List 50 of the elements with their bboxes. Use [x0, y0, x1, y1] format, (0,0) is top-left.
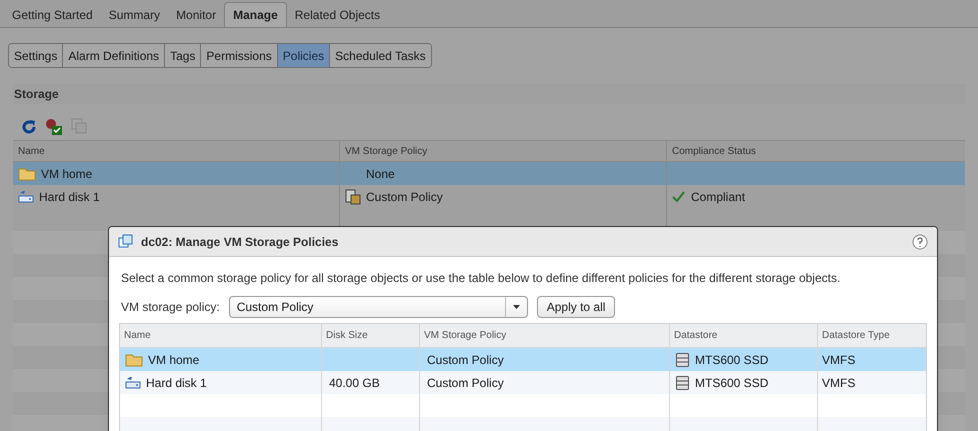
table-row[interactable]: VM home Custom Policy MTS600 SSD VMFS [120, 348, 926, 371]
tab[interactable]: Summary [100, 2, 168, 27]
table-cell-text: 40.00 GB [329, 374, 380, 392]
table-cell-text: Hard disk 1 [146, 374, 207, 392]
table-cell-text: MTS600 SSD [695, 374, 768, 392]
dialog-description: Select a common storage policy for all storage objects or use the table below to define different policies for the different storage objects. [121, 270, 842, 287]
sub-tab[interactable]: Scheduled Tasks [329, 44, 431, 67]
field-label: VM storage policy: [121, 299, 220, 316]
vm-icon [118, 234, 133, 249]
column-header[interactable]: Name [120, 324, 321, 347]
column-header[interactable]: Disk Size [321, 324, 419, 347]
hard-disk-icon [125, 376, 141, 389]
table-cell-text: VM home [148, 352, 200, 368]
database-icon [676, 352, 689, 366]
column-header[interactable]: Name [13, 141, 339, 161]
table-cell-text: Custom Policy [427, 352, 504, 368]
table-cell-text: None [366, 166, 395, 182]
table-row[interactable]: Hard disk 1 40.00 GB Custom Policy MTS600 SSD VMFS [120, 371, 926, 394]
caret-icon [512, 305, 520, 309]
table-cell-text: VMFS [822, 374, 856, 392]
table-cell-text: Custom Policy [427, 374, 504, 392]
table-row[interactable]: VM home None [13, 162, 965, 185]
apply-button[interactable]: Apply to all [536, 296, 616, 318]
folder-icon [125, 352, 143, 366]
refresh-icon[interactable] [21, 119, 37, 135]
column-header[interactable]: Compliance Status [666, 141, 965, 161]
table-cell-text: VMFS [822, 352, 856, 368]
help-icon[interactable] [912, 234, 928, 250]
compliance-check-icon[interactable] [45, 118, 63, 136]
checkmark-icon [672, 191, 685, 202]
column-header[interactable]: Datastore Type [817, 324, 926, 347]
tab[interactable]: Related Objects [286, 2, 388, 27]
table-cell-text: Custom Policy [366, 188, 443, 206]
database-icon [676, 376, 689, 390]
table-cell-text: Hard disk 1 [39, 188, 100, 206]
table-cell-text: Compliant [691, 188, 746, 206]
section-title: Storage [14, 86, 59, 103]
sub-tab[interactable]: Policies [276, 44, 330, 67]
tab[interactable]: Getting Started [4, 2, 101, 27]
hard-disk-icon [18, 190, 34, 203]
column-header[interactable]: VM Storage Policy [419, 324, 669, 347]
folder-icon [18, 166, 36, 180]
dialog-title: dc02: Manage VM Storage Policies [141, 234, 340, 250]
table-cell-text: VM home [41, 166, 92, 182]
table-cell-text: MTS600 SSD [695, 352, 768, 368]
tab[interactable]: Manage [224, 2, 287, 27]
tab[interactable]: Monitor [168, 2, 224, 27]
policy-dropdown[interactable]: Custom Policy [228, 296, 528, 318]
column-header[interactable]: VM Storage Policy [339, 141, 666, 161]
column-header[interactable]: Datastore [669, 324, 817, 347]
